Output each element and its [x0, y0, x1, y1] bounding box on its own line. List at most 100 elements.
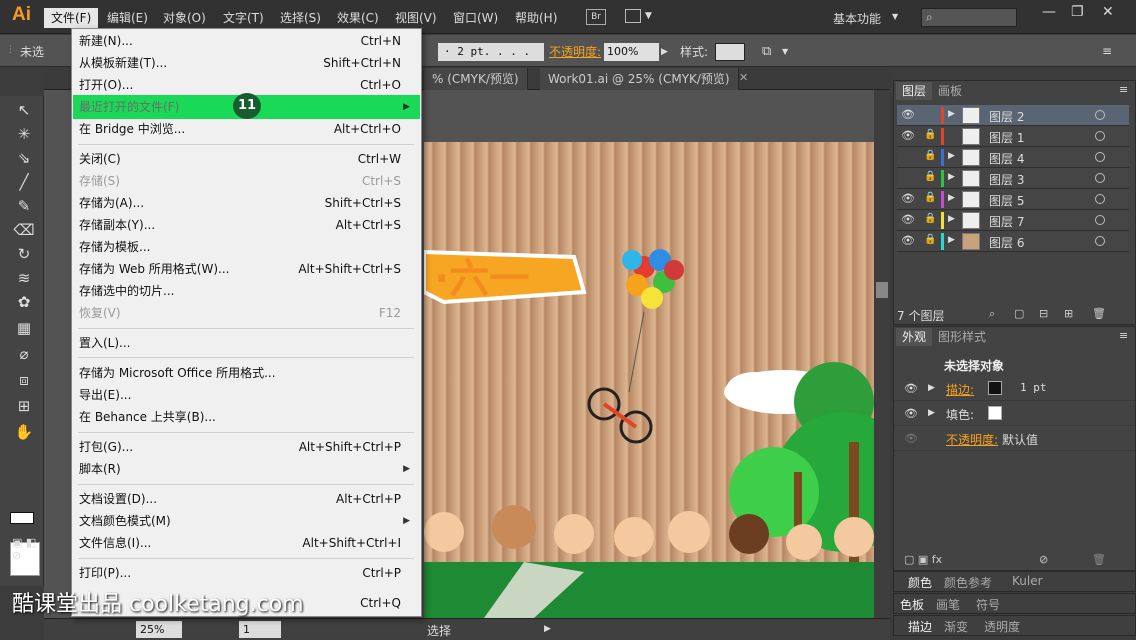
lock-icon[interactable]: 🔒: [924, 171, 936, 182]
menu-item-save-as-template[interactable]: 存储为模板...: [73, 236, 420, 258]
minimize-button[interactable]: —: [1042, 4, 1056, 20]
maximize-button[interactable]: ❐: [1071, 4, 1084, 20]
lock-icon[interactable]: 🔒: [924, 129, 936, 140]
lock-icon[interactable]: 🔒: [924, 213, 936, 224]
visibility-icon[interactable]: 👁: [901, 192, 915, 205]
visibility-icon[interactable]: 👁: [904, 432, 918, 445]
layer-row[interactable]: 👁 ▶ 图层 2: [897, 105, 1129, 126]
stroke-swatch[interactable]: [10, 512, 34, 524]
menu-item-place[interactable]: 置入(L)...: [73, 332, 420, 354]
layer-row[interactable]: 👁 🔒 ▶ 图层 6: [897, 231, 1129, 252]
panel-menu-icon[interactable]: ≡: [1119, 329, 1128, 342]
menu-effect[interactable]: 效果(C): [330, 8, 386, 28]
symbol-tool-icon[interactable]: ✿: [13, 292, 35, 312]
recolor-icon[interactable]: ⧉: [762, 44, 771, 59]
menu-item-scripts[interactable]: 脚本(R) ▶: [73, 458, 420, 480]
vertical-scrollbar[interactable]: [874, 90, 890, 618]
menu-type[interactable]: 文字(T): [216, 8, 271, 28]
hand-tool-icon[interactable]: ✋: [13, 422, 35, 442]
menu-item-document-setup[interactable]: 文档设置(D)... Alt+Ctrl+P: [73, 488, 420, 510]
visibility-icon[interactable]: 👁: [901, 108, 915, 121]
expand-arrow-icon[interactable]: ▶: [948, 214, 955, 224]
create-sublayer-icon[interactable]: ⊟: [1039, 307, 1048, 320]
lock-icon[interactable]: 🔒: [924, 234, 936, 245]
target-icon[interactable]: [1095, 152, 1105, 162]
stroke-weight[interactable]: 1 pt: [1020, 381, 1047, 394]
layer-name[interactable]: 图层 3: [989, 171, 1024, 188]
opacity-input[interactable]: 100%: [604, 43, 659, 61]
magic-wand-tool-icon[interactable]: ✳: [13, 124, 35, 144]
eyedropper-tool-icon[interactable]: ⌀: [13, 344, 35, 364]
menu-view[interactable]: 视图(V): [388, 8, 444, 28]
layer-row[interactable]: 👁 🔒 图层 1: [897, 126, 1129, 147]
tab-color-guide[interactable]: 颜色参考: [944, 574, 992, 591]
menu-item-share-on-behance[interactable]: 在 Behance 上共享(B)...: [73, 406, 420, 428]
layer-name[interactable]: 图层 4: [989, 150, 1024, 167]
tab-swatches[interactable]: 色板: [900, 596, 924, 613]
style-swatch[interactable]: [715, 43, 745, 61]
menu-file[interactable]: 文件(F): [44, 8, 99, 28]
line-tool-icon[interactable]: ╱: [13, 172, 35, 192]
direct-select-tool-icon[interactable]: ⇘: [13, 148, 35, 168]
stroke-swatch[interactable]: [988, 381, 1002, 395]
menu-item-package[interactable]: 打包(G)... Alt+Shift+Ctrl+P: [73, 436, 420, 458]
expand-arrow-icon[interactable]: ▶: [948, 172, 955, 182]
menu-item-new[interactable]: 新建(N)... Ctrl+N: [73, 30, 420, 52]
locate-object-icon[interactable]: ⌕: [989, 307, 995, 321]
tab-kuler[interactable]: Kuler: [1012, 574, 1043, 588]
target-icon[interactable]: [1095, 131, 1105, 141]
add-stroke-icon[interactable]: ▢ ▣ fx: [904, 553, 942, 566]
layer-row[interactable]: 👁 🔒 ▶ 图层 7: [897, 210, 1129, 231]
chevron-right-icon[interactable]: ▶: [661, 47, 668, 57]
expand-arrow-icon[interactable]: ▶: [948, 151, 955, 161]
menu-item-save-as[interactable]: 存储为(A)... Shift+Ctrl+S: [73, 192, 420, 214]
lock-icon[interactable]: 🔒: [924, 150, 936, 161]
menu-window[interactable]: 窗口(W): [446, 8, 505, 28]
menu-select[interactable]: 选择(S): [273, 8, 328, 28]
lock-icon[interactable]: 🔒: [924, 192, 936, 203]
menu-item-export[interactable]: 导出(E)...: [73, 384, 420, 406]
tab-symbols[interactable]: 符号: [976, 596, 1000, 613]
tab-graphic-styles[interactable]: 图形样式: [932, 328, 992, 346]
workspace-switcher[interactable]: 基本功能: [833, 10, 881, 27]
tab-transparency[interactable]: 透明度: [984, 618, 1020, 635]
menu-item-save-for-office[interactable]: 存储为 Microsoft Office 所用格式...: [73, 362, 420, 384]
fill-row[interactable]: 👁 ▶ 填色:: [894, 402, 1135, 426]
tab-stroke[interactable]: 描边: [908, 618, 932, 635]
menu-edit[interactable]: 编辑(E): [100, 8, 155, 28]
close-button[interactable]: ✕: [1102, 4, 1114, 20]
expand-arrow-icon[interactable]: ▶: [928, 408, 935, 418]
brush-tool-icon[interactable]: ✎: [13, 196, 35, 216]
rotate-tool-icon[interactable]: ↻: [13, 244, 35, 264]
bridge-button[interactable]: Br: [586, 9, 606, 25]
slice-tool-icon[interactable]: ⧈: [13, 370, 35, 390]
layer-name[interactable]: 图层 1: [989, 129, 1024, 146]
menu-item-document-color-mode[interactable]: 文档颜色模式(M) ▶: [73, 510, 420, 532]
trash-icon[interactable]: 🗑: [1092, 553, 1106, 566]
stroke-panel-group[interactable]: 描边 渐变 透明度: [893, 615, 1136, 636]
opacity-label[interactable]: 不透明度:: [549, 43, 601, 60]
opacity-row[interactable]: 👁 不透明度: 默认值: [894, 427, 1135, 451]
target-icon[interactable]: [1095, 215, 1105, 225]
visibility-icon[interactable]: 👁: [901, 234, 915, 247]
tab-appearance[interactable]: 外观: [896, 328, 933, 346]
tab-document-1[interactable]: % (CMYK/预览): [424, 68, 528, 90]
fill-mode-icon[interactable]: ▣ ◧ ⊘: [12, 536, 43, 562]
trash-icon[interactable]: 🗑: [1092, 307, 1106, 320]
clear-appearance-icon[interactable]: ⊘: [1039, 553, 1048, 566]
menu-item-save-for-web[interactable]: 存储为 Web 所用格式(W)... Alt+Shift+Ctrl+S: [73, 258, 420, 280]
scrollbar-thumb[interactable]: [876, 282, 888, 298]
layer-row[interactable]: 🔒 ▶ 图层 3: [897, 168, 1129, 189]
layer-name[interactable]: 图层 2: [989, 108, 1024, 125]
stroke-row[interactable]: 👁 ▶ 描边: 1 pt: [894, 377, 1135, 401]
target-icon[interactable]: [1095, 110, 1105, 120]
play-icon[interactable]: ▶: [544, 624, 551, 634]
fill-swatch[interactable]: [988, 406, 1002, 420]
arrange-documents-icon[interactable]: [625, 9, 641, 23]
new-layer-icon[interactable]: ⊞: [1064, 307, 1073, 320]
swatches-panel-group[interactable]: 色板 画笔 符号: [893, 593, 1136, 614]
layer-row[interactable]: 👁 🔒 ▶ 图层 5: [897, 189, 1129, 210]
layer-name[interactable]: 图层 7: [989, 213, 1024, 230]
close-tab-icon[interactable]: ✕: [739, 71, 748, 84]
tab-color[interactable]: 颜色: [908, 574, 932, 591]
